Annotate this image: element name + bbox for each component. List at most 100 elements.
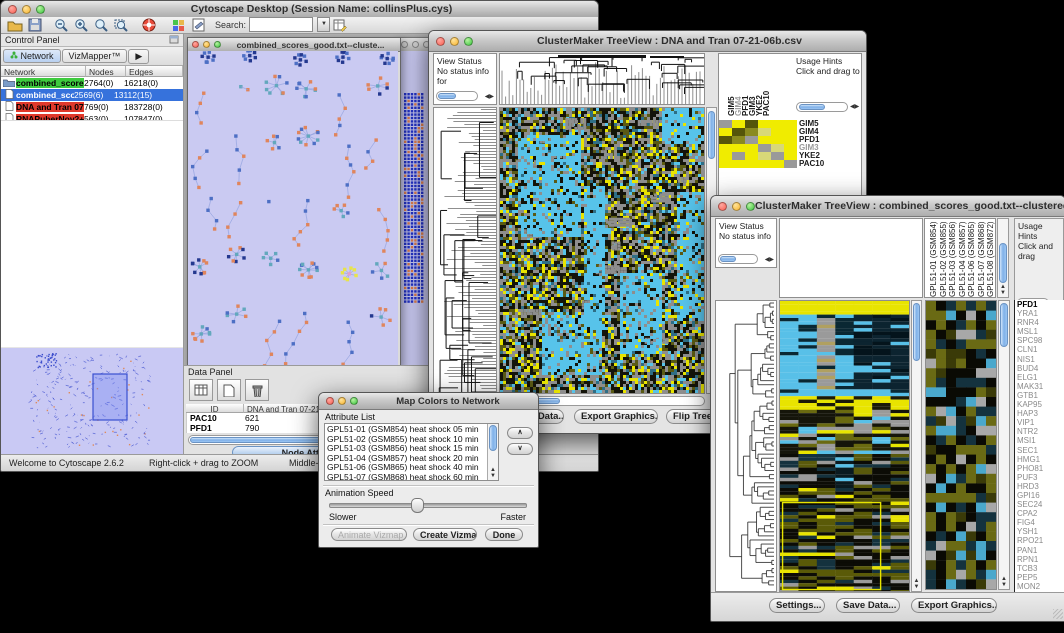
zoom-fit-icon[interactable] (93, 18, 109, 33)
tv1-column-label[interactable]: PAC10 (762, 58, 771, 116)
tv1-zoom-cell[interactable] (732, 136, 745, 144)
tv1-zoom-hscrollbar[interactable] (796, 102, 848, 112)
tv2-column-label[interactable]: GPL51-04 (GSM857) (958, 221, 967, 297)
gene-label[interactable]: YSH1 (1015, 527, 1064, 536)
gene-label[interactable]: YRA1 (1015, 309, 1064, 318)
attribute-item[interactable]: GPL51-06 (GSM865) heat shock 40 min (327, 463, 485, 473)
tv1-row-dendrogram-canvas[interactable] (434, 108, 496, 403)
tv1-zoom-cell[interactable] (745, 152, 758, 160)
tv1-zoom-cell[interactable] (758, 128, 771, 136)
export-graphics--button[interactable]: Export Graphics... (574, 409, 658, 424)
tv1-zoom-cell[interactable] (784, 120, 797, 128)
tv1-minimize-button[interactable] (450, 37, 459, 46)
tv1-zoom-cell[interactable] (745, 160, 758, 168)
minimize-button[interactable] (22, 5, 31, 14)
tv2-global-heatmap-canvas[interactable] (780, 301, 909, 591)
col-edges[interactable]: Edges (126, 66, 183, 77)
tv2-status-scroll-arrows[interactable]: ◀▶ (765, 257, 774, 263)
export-graphics--button[interactable]: Export Graphics... (911, 598, 997, 613)
gene-label[interactable]: GTB1 (1015, 391, 1064, 400)
gene-label[interactable]: GPI16 (1015, 491, 1064, 500)
search-dropdown-icon[interactable]: ▼ (317, 17, 330, 32)
zoom-in-icon[interactable] (73, 18, 89, 33)
delete-attribute-icon[interactable] (245, 379, 269, 401)
tv1-zoom-cell[interactable] (745, 136, 758, 144)
netwin-close-button[interactable] (192, 41, 199, 48)
tv1-titlebar[interactable]: ClusterMaker TreeView : DNA and Tran 07-… (429, 31, 866, 52)
tv1-zoom-cell[interactable] (758, 152, 771, 160)
tv1-zoom-cell[interactable] (745, 144, 758, 152)
move-attribute-down-button[interactable]: ∨ (507, 443, 533, 455)
close-button[interactable] (8, 5, 17, 14)
birdseye-view-canvas[interactable] (1, 348, 183, 455)
tv1-zoom-cell[interactable] (732, 160, 745, 168)
attribute-item[interactable]: GPL51-03 (GSM856) heat shock 15 min (327, 444, 485, 454)
id-column-header[interactable]: ID (186, 404, 244, 413)
search-input[interactable] (249, 17, 313, 32)
tv1-zoom-cell[interactable] (719, 128, 732, 136)
gene-label[interactable]: SEC1 (1015, 446, 1064, 455)
tv1-zoom-cell[interactable] (719, 136, 732, 144)
tv2-zoom-vscrollbar[interactable]: ▲▼ (998, 300, 1010, 590)
annotation-icon[interactable] (191, 18, 207, 33)
tab-network[interactable]: Network (3, 49, 61, 63)
netwin-minimize-button[interactable] (203, 41, 210, 48)
tv1-zoom-cell[interactable] (719, 152, 732, 160)
tv1-column-dendrogram-canvas[interactable] (500, 54, 704, 104)
tv1-zoom-cell[interactable] (745, 120, 758, 128)
gene-label[interactable]: ELG1 (1015, 373, 1064, 382)
tv2-collabel-vscrollbar[interactable]: ▲▼ (997, 218, 1009, 298)
zoom-button[interactable] (36, 5, 45, 14)
attribute-item[interactable]: GPL51-04 (GSM857) heat shock 20 min (327, 454, 485, 464)
network-row[interactable]: DNA and Tran 07769(0)183728(0) (1, 101, 183, 113)
col-nodes[interactable]: Nodes (86, 66, 126, 77)
help-icon[interactable] (141, 18, 157, 33)
resize-grip[interactable] (1053, 609, 1063, 619)
gene-label[interactable]: MAK31 (1015, 382, 1064, 391)
create-vizmap-button[interactable]: Create Vizmap (413, 528, 477, 541)
tv1-zoom-cell[interactable] (719, 160, 732, 168)
tv1-zoom-cell[interactable] (732, 128, 745, 136)
tv1-zoom-cell[interactable] (784, 144, 797, 152)
gene-label[interactable]: VIP1 (1015, 418, 1064, 427)
gene-label[interactable]: HRD3 (1015, 482, 1064, 491)
dialog-titlebar[interactable]: Map Colors to Network (319, 393, 538, 410)
dialog-minimize-button[interactable] (338, 397, 346, 405)
gene-label[interactable]: PEP5 (1015, 573, 1064, 582)
tv1-row-label[interactable]: PAC10 (799, 160, 859, 168)
inactive-minimize-button[interactable] (412, 41, 419, 48)
tv1-zoom-cell[interactable] (732, 144, 745, 152)
gene-label[interactable]: PHO81 (1015, 464, 1064, 473)
tv2-close-button[interactable] (718, 202, 727, 211)
open-file-icon[interactable] (7, 18, 23, 33)
gene-label[interactable]: TCB3 (1015, 564, 1064, 573)
tv2-column-dendrogram-panel[interactable] (779, 218, 923, 298)
gene-label[interactable]: RPN1 (1015, 555, 1064, 564)
gene-label[interactable]: CPA2 (1015, 509, 1064, 518)
tv2-column-label[interactable]: GPL51-07 (GSM868) (977, 221, 986, 297)
col-network[interactable]: Network (1, 66, 86, 77)
tv1-zoom-cell[interactable] (771, 152, 784, 160)
tv1-zoom-cell[interactable] (784, 160, 797, 168)
tv2-collabel-scroll-arrows[interactable]: ▲▼ (998, 284, 1008, 296)
tv1-close-button[interactable] (436, 37, 445, 46)
tab-vizmapper[interactable]: VizMapper™ (62, 49, 128, 63)
tv1-zoom-cell[interactable] (745, 128, 758, 136)
animation-speed-slider-thumb[interactable] (411, 498, 424, 513)
tv2-column-label[interactable]: GPL51-06 (GSM865) (967, 221, 976, 297)
network-row[interactable]: combined_sco2569(6)13112(15) (1, 89, 183, 101)
tv1-zoom-cell[interactable] (719, 120, 732, 128)
gene-label[interactable]: HMG1 (1015, 455, 1064, 464)
gene-label[interactable]: SEC24 (1015, 500, 1064, 509)
gene-label[interactable]: PFD1 (1015, 300, 1064, 309)
gene-label[interactable]: MSI1 (1015, 436, 1064, 445)
gene-label[interactable]: PAN1 (1015, 546, 1064, 555)
attribute-item[interactable]: GPL51-02 (GSM855) heat shock 10 min (327, 435, 485, 445)
gene-label[interactable]: NTR2 (1015, 427, 1064, 436)
attribute-browser-icon[interactable] (332, 18, 348, 33)
tv1-zoom-cell[interactable] (771, 136, 784, 144)
gene-label[interactable]: MSL1 (1015, 327, 1064, 336)
gene-label[interactable]: FIG4 (1015, 518, 1064, 527)
tv1-zoom-cell[interactable] (771, 128, 784, 136)
move-attribute-up-button[interactable]: ∧ (507, 427, 533, 439)
